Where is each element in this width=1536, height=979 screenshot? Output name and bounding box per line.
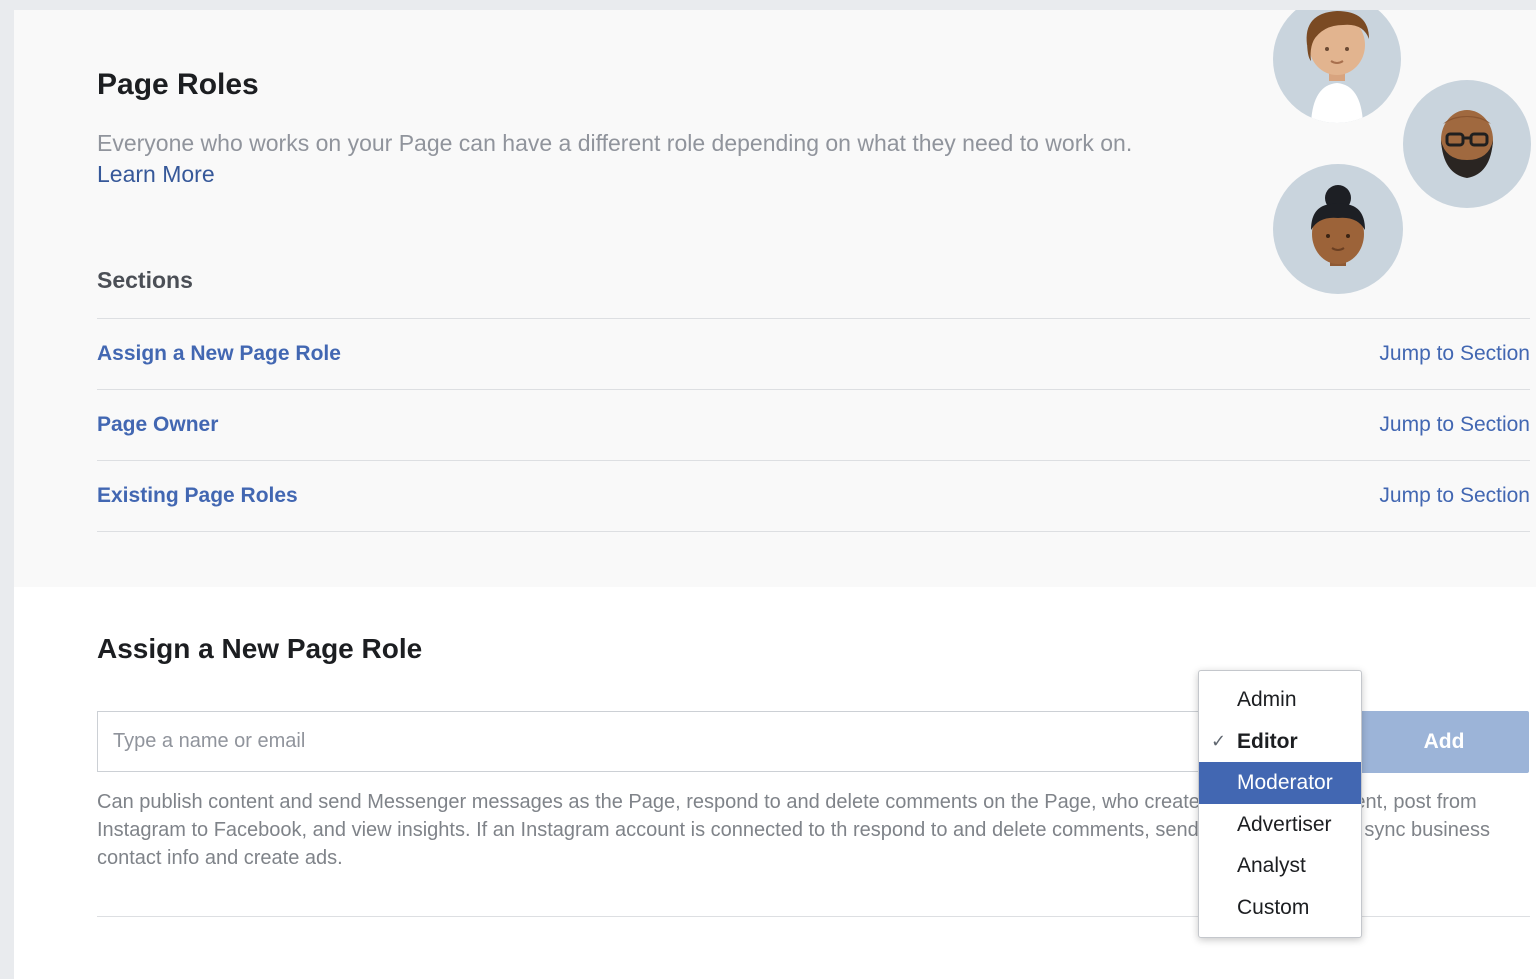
- sections-list: Assign a New Page Role Jump to Section P…: [97, 318, 1530, 532]
- role-option-label: Moderator: [1237, 771, 1333, 794]
- page-roles-panel: Page Roles Everyone who works on your Pa…: [14, 10, 1536, 979]
- section-row-page-owner: Page Owner Jump to Section: [97, 389, 1530, 460]
- avatar-illustration-woman-bun: [1273, 164, 1403, 294]
- role-option-label: Custom: [1237, 895, 1310, 919]
- page-title: Page Roles: [97, 68, 259, 101]
- role-option-label: Admin: [1237, 688, 1297, 711]
- assign-role-title: Assign a New Page Role: [97, 633, 423, 664]
- section-row-assign-role: Assign a New Page Role Jump to Section: [97, 318, 1530, 389]
- section-row-existing-roles: Existing Page Roles Jump to Section: [97, 460, 1530, 532]
- role-option-moderator[interactable]: Moderator: [1199, 762, 1361, 804]
- jump-to-section-link[interactable]: Jump to Section: [1379, 484, 1530, 508]
- section-link-assign-role[interactable]: Assign a New Page Role: [97, 342, 341, 366]
- add-button[interactable]: Add: [1359, 711, 1529, 773]
- sections-heading: Sections: [97, 267, 193, 293]
- avatar-illustration-man-beard: [1403, 80, 1531, 208]
- page-roles-header-area: Page Roles Everyone who works on your Pa…: [14, 10, 1536, 587]
- learn-more-link[interactable]: Learn More: [97, 161, 215, 187]
- page-roles-description: Everyone who works on your Page can have…: [97, 128, 1197, 190]
- jump-to-section-link[interactable]: Jump to Section: [1379, 413, 1530, 437]
- description-text: Everyone who works on your Page can have…: [97, 130, 1133, 156]
- role-option-custom[interactable]: Custom: [1199, 887, 1361, 929]
- person-icon: [1311, 185, 1365, 266]
- role-option-editor[interactable]: ✓ Editor: [1199, 721, 1361, 763]
- section-link-page-owner[interactable]: Page Owner: [97, 413, 218, 437]
- jump-to-section-link[interactable]: Jump to Section: [1379, 342, 1530, 366]
- person-icon: [1441, 110, 1493, 178]
- role-option-label: Analyst: [1237, 854, 1306, 877]
- section-link-existing-roles[interactable]: Existing Page Roles: [97, 484, 298, 508]
- name-or-email-input[interactable]: [97, 711, 1217, 772]
- role-option-label: Advertiser: [1237, 812, 1332, 836]
- check-icon: ✓: [1211, 730, 1227, 751]
- role-option-label: Editor: [1237, 729, 1298, 753]
- person-icon: [1306, 11, 1369, 123]
- role-dropdown-menu: Admin ✓ Editor Moderator Advertiser Anal…: [1198, 670, 1362, 938]
- role-option-admin[interactable]: Admin: [1199, 679, 1361, 721]
- avatar-illustration-woman-short-hair: [1273, 10, 1401, 123]
- role-option-analyst[interactable]: Analyst: [1199, 845, 1361, 887]
- role-option-advertiser[interactable]: Advertiser: [1199, 804, 1361, 846]
